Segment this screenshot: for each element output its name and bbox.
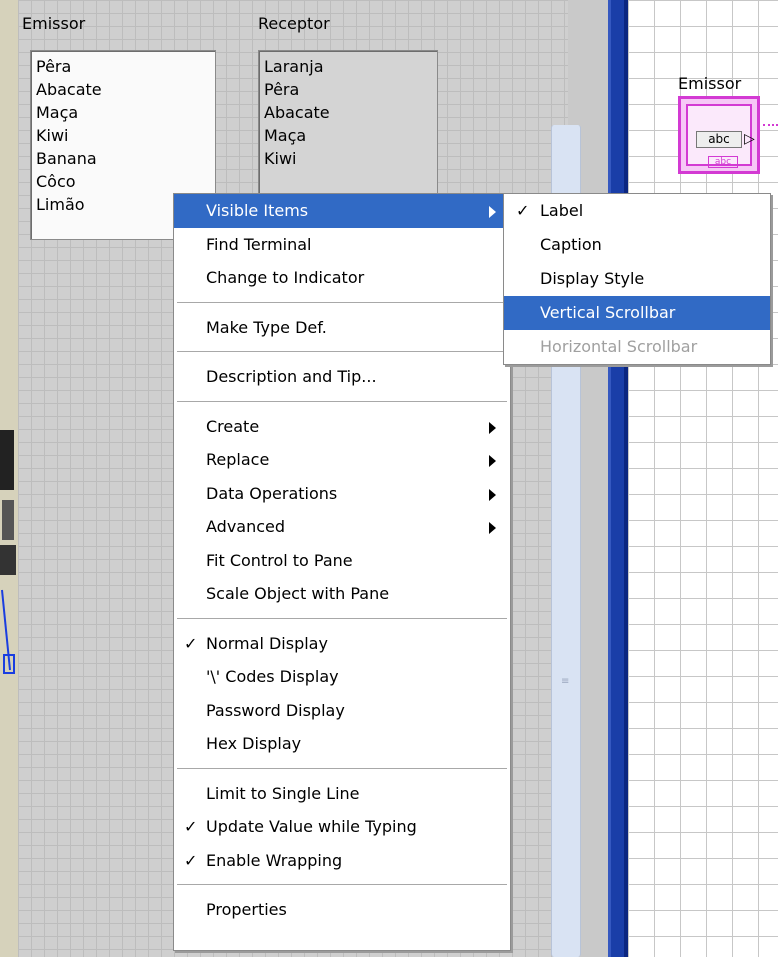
menu-item-label: Display Style bbox=[540, 269, 645, 288]
menu-item-label: Visible Items bbox=[206, 201, 309, 220]
slide-left-edge bbox=[0, 0, 18, 957]
submenu-arrow-icon bbox=[489, 455, 496, 467]
menu-item-label: Scale Object with Pane bbox=[206, 584, 390, 603]
menu-item-vertical-scrollbar[interactable]: Vertical Scrollbar bbox=[504, 296, 770, 330]
receptor-list-item: Laranja bbox=[264, 57, 324, 76]
menu-item-codes-display[interactable]: '\' Codes Display bbox=[174, 660, 510, 694]
emissor-label: Emissor bbox=[22, 14, 86, 33]
visible-items-submenu: ✓ Label Caption Display Style Vertical Scrol… bbox=[503, 193, 771, 365]
receptor-list-item: Maça bbox=[264, 126, 307, 145]
window-separator bbox=[608, 0, 628, 957]
terminal-inner: abc ▷ abc bbox=[686, 104, 755, 168]
menu-item-create[interactable]: Create bbox=[174, 410, 510, 444]
menu-item-data-operations[interactable]: Data Operations bbox=[174, 477, 510, 511]
menu-item-hex-display[interactable]: Hex Display bbox=[174, 727, 510, 761]
menu-separator bbox=[177, 301, 507, 303]
menu-item-label: Limit to Single Line bbox=[206, 783, 360, 803]
terminal-label: Emissor bbox=[678, 74, 742, 93]
emissor-list-item: Kiwi bbox=[36, 126, 69, 145]
menu-item-label: Description and Tip... bbox=[206, 367, 377, 386]
submenu-arrow-icon bbox=[489, 206, 496, 218]
menu-item-label: Make Type Def. bbox=[206, 317, 327, 337]
menu-item-password-display[interactable]: Password Display bbox=[174, 694, 510, 728]
menu-item-limit-to-single-line[interactable]: Limit to Single Line bbox=[174, 777, 510, 811]
menu-separator bbox=[177, 884, 507, 885]
menu-item-label: Change to Indicator bbox=[206, 268, 365, 287]
menu-item-display-style[interactable]: Display Style bbox=[504, 262, 770, 296]
menu-item-label: Caption bbox=[540, 235, 602, 254]
menu-item-label: Enable Wrapping bbox=[206, 850, 343, 870]
submenu-arrow-icon bbox=[489, 522, 496, 534]
checkmark-icon: ✓ bbox=[184, 817, 198, 836]
menu-item-visible-items[interactable]: Visible Items bbox=[174, 194, 510, 228]
menu-item-replace[interactable]: Replace bbox=[174, 443, 510, 477]
receptor-label: Receptor bbox=[258, 14, 330, 33]
menu-item-enable-wrapping[interactable]: ✓ Enable Wrapping bbox=[174, 844, 510, 878]
menu-item-change-to-indicator[interactable]: Change to Indicator bbox=[174, 261, 510, 295]
menu-separator bbox=[177, 617, 507, 619]
receptor-list-item: Abacate bbox=[264, 103, 330, 122]
menu-item-label: Normal Display bbox=[206, 633, 328, 653]
menu-item-advanced[interactable]: Advanced bbox=[174, 510, 510, 544]
menu-item-normal-display[interactable]: ✓ Normal Display bbox=[174, 627, 510, 661]
context-menu: Visible Items Find Terminal Change to Indi… bbox=[173, 193, 511, 951]
receptor-list-item: Pêra bbox=[264, 80, 300, 99]
emissor-list-item: Abacate bbox=[36, 80, 102, 99]
menu-item-description-and-tip[interactable]: Description and Tip... bbox=[174, 360, 510, 394]
terminal-output-arrow-icon: ▷ bbox=[744, 131, 755, 147]
menu-item-caption[interactable]: Caption bbox=[504, 228, 770, 262]
menu-item-label: Replace bbox=[206, 450, 270, 469]
emissor-list-item: Côco bbox=[36, 172, 76, 191]
emissor-terminal[interactable]: abc ▷ abc bbox=[678, 96, 760, 174]
menu-item-make-type-def[interactable]: Make Type Def. bbox=[174, 311, 510, 345]
menu-item-label: '\' Codes Display bbox=[206, 667, 339, 686]
checkmark-icon: ✓ bbox=[184, 850, 198, 870]
menu-item-find-terminal[interactable]: Find Terminal bbox=[174, 228, 510, 262]
menu-item-label: Hex Display bbox=[206, 734, 302, 753]
menu-item-label: Advanced bbox=[206, 517, 286, 536]
menu-item-scale-object-with-pane[interactable]: Scale Object with Pane bbox=[174, 577, 510, 611]
menu-item-label: Horizontal Scrollbar bbox=[540, 337, 698, 356]
menu-item-label: Properties bbox=[206, 900, 287, 919]
menu-item-label: Password Display bbox=[206, 700, 345, 720]
emissor-list-item: Maça bbox=[36, 103, 79, 122]
menu-item-label: Data Operations bbox=[206, 483, 338, 503]
receptor-list-item: Kiwi bbox=[264, 149, 297, 168]
terminal-wire bbox=[763, 124, 778, 132]
checkmark-icon: ✓ bbox=[516, 201, 530, 220]
menu-item-fit-control-to-pane[interactable]: Fit Control to Pane bbox=[174, 544, 510, 578]
emissor-list-item: Pêra bbox=[36, 57, 72, 76]
menu-item-label[interactable]: ✓ Label bbox=[504, 194, 770, 228]
menu-separator bbox=[177, 767, 507, 769]
decorative-figure-icon bbox=[0, 430, 16, 674]
terminal-subtype-box: abc bbox=[708, 156, 738, 168]
submenu-arrow-icon bbox=[489, 421, 496, 434]
menu-item-update-value-while-typing[interactable]: ✓ Update Value while Typing bbox=[174, 810, 510, 844]
menu-item-label: Find Terminal bbox=[206, 234, 312, 254]
menu-item-properties[interactable]: Properties bbox=[174, 893, 510, 927]
scroll-grip-icon: ≡ bbox=[561, 676, 570, 687]
terminal-type-box: abc bbox=[696, 131, 742, 148]
receptor-string-indicator: Laranja Pêra Abacate Maça Kiwi bbox=[258, 50, 438, 195]
submenu-arrow-icon bbox=[489, 488, 496, 501]
menu-item-label: Create bbox=[206, 416, 260, 436]
menu-item-label: Update Value while Typing bbox=[206, 817, 417, 836]
menu-item-label: Vertical Scrollbar bbox=[540, 303, 676, 322]
emissor-list-item: Banana bbox=[36, 149, 97, 168]
menu-separator bbox=[177, 400, 507, 402]
menu-item-label: Label bbox=[540, 201, 584, 220]
menu-item-label: Fit Control to Pane bbox=[206, 550, 353, 570]
menu-separator bbox=[177, 351, 507, 352]
menu-item-horizontal-scrollbar: Horizontal Scrollbar bbox=[504, 330, 770, 364]
checkmark-icon: ✓ bbox=[184, 633, 198, 653]
